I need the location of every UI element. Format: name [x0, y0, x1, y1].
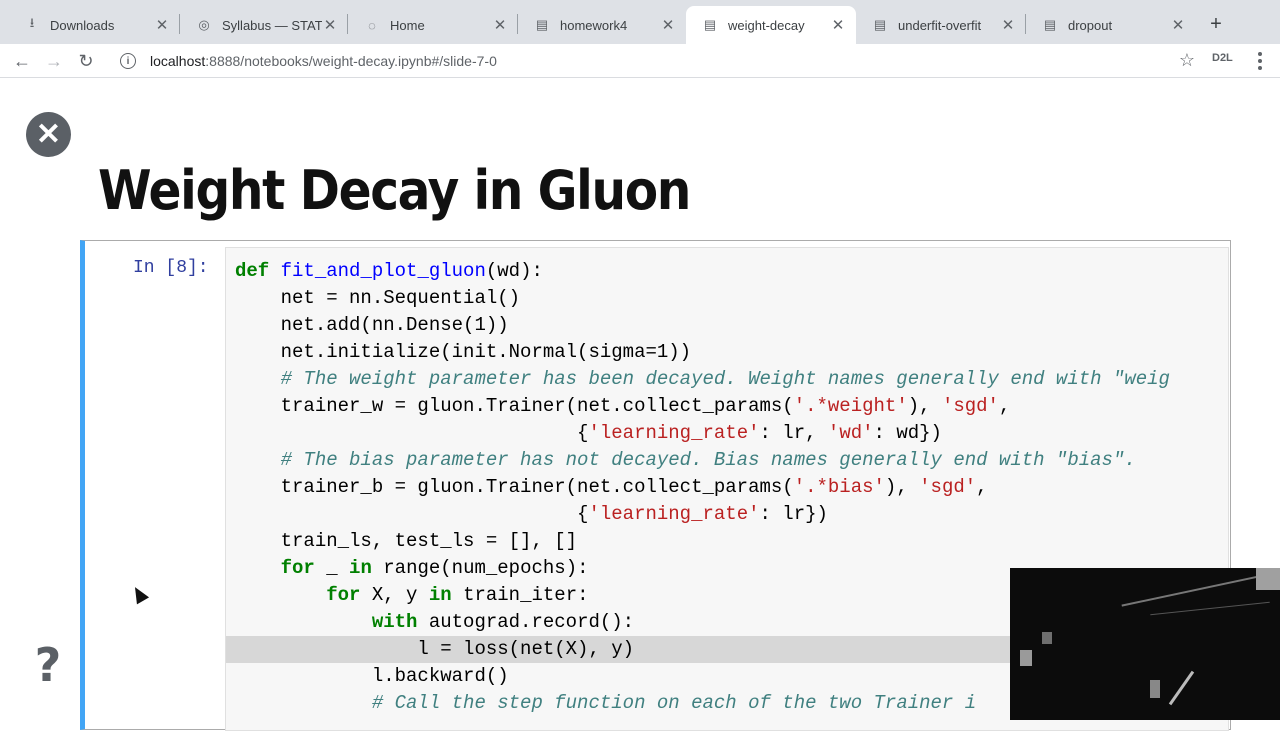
tab-syllabus[interactable]: ◎ Syllabus — STAT 1 ✕: [180, 6, 348, 44]
code-line: # Call the step function on each of the …: [371, 692, 977, 714]
browser-toolbar: ← → ↻ i localhost:8888/notebooks/weight-…: [0, 44, 1280, 78]
close-icon[interactable]: ✕: [1170, 17, 1186, 34]
tab-underfit-overfit[interactable]: ▤ underfit-overfit ✕: [856, 6, 1026, 44]
tab-label: underfit-overfit: [898, 17, 982, 33]
close-icon[interactable]: ✕: [660, 17, 676, 34]
bookmark-star-icon[interactable]: ☆: [1176, 49, 1198, 71]
tab-label: Downloads: [50, 17, 115, 33]
close-icon[interactable]: ✕: [154, 17, 170, 34]
code-line: l.backward(): [235, 665, 509, 687]
code-line: with autograd.record():: [371, 611, 635, 633]
loading-icon: ◌: [368, 17, 376, 33]
video-shape: [1150, 601, 1270, 616]
video-shape: [1168, 670, 1195, 706]
url-host: localhost: [150, 53, 206, 69]
code-line: net.initialize(init.Normal(sigma=1)): [235, 341, 692, 363]
code-line: {'learning_rate': lr, 'wd': wd}): [235, 422, 942, 444]
browser-menu-icon[interactable]: [1252, 50, 1268, 72]
code-line: # The weight parameter has been decayed.…: [280, 368, 1170, 390]
webcam-video-overlay: [1010, 568, 1280, 720]
tab-dropout[interactable]: ▤ dropout ✕: [1026, 6, 1196, 44]
close-icon[interactable]: ✕: [322, 17, 338, 34]
new-tab-button[interactable]: +: [1204, 12, 1228, 36]
code-line: {'learning_rate': lr}): [235, 503, 828, 525]
tab-label: weight-decay: [728, 17, 805, 33]
d2l-extension-button[interactable]: D2L: [1212, 52, 1233, 64]
code-line: for _ in range(num_epochs):: [280, 557, 589, 579]
code-line: for X, y in train_iter:: [326, 584, 589, 606]
close-icon[interactable]: ✕: [830, 17, 846, 34]
notebook-icon: ▤: [1043, 17, 1057, 32]
back-arrow-icon[interactable]: ←: [10, 49, 34, 73]
download-icon: ⭳: [29, 15, 35, 30]
info-icon[interactable]: i: [120, 53, 136, 69]
video-shape: [1121, 571, 1279, 607]
code-line: net = nn.Sequential(): [235, 287, 521, 309]
close-icon[interactable]: ✕: [492, 17, 508, 34]
tab-homework4[interactable]: ▤ homework4 ✕: [518, 6, 686, 44]
video-shape: [1020, 650, 1032, 666]
video-shape: [1042, 632, 1052, 644]
tab-label: Syllabus — STAT 1: [222, 17, 322, 33]
globe-icon: ◎: [198, 17, 210, 32]
address-bar[interactable]: i localhost:8888/notebooks/weight-decay.…: [112, 47, 1202, 75]
code-line: train_ls, test_ls = [], []: [235, 530, 578, 552]
slide-title: Weight Decay in Gluon: [98, 159, 691, 222]
code-line: trainer_w = gluon.Trainer(net.collect_pa…: [235, 395, 1011, 417]
notebook-icon: ▤: [703, 17, 717, 32]
tab-downloads[interactable]: ⭳ Downloads ✕: [8, 6, 180, 44]
tab-label: homework4: [560, 17, 628, 33]
video-shape: [1256, 568, 1280, 590]
code-line-highlighted: l = loss(net(X), y): [226, 636, 1016, 663]
code-line: # The bias parameter has not decayed. Bi…: [280, 449, 1136, 471]
help-icon[interactable]: ?: [30, 638, 66, 692]
forward-arrow-icon[interactable]: →: [42, 49, 66, 73]
url-path: :8888/notebooks/weight-decay.ipynb#/slid…: [205, 53, 497, 69]
video-shape: [1150, 680, 1160, 698]
code-line: def fit_and_plot_gluon(wd):: [235, 260, 543, 282]
tab-weight-decay[interactable]: ▤ weight-decay ✕: [686, 6, 856, 44]
browser-tab-strip: ⭳ Downloads ✕ ◎ Syllabus — STAT 1 ✕ ◌ Ho…: [0, 0, 1280, 44]
reload-icon[interactable]: ↻: [74, 49, 98, 73]
code-line: trainer_b = gluon.Trainer(net.collect_pa…: [235, 476, 988, 498]
tab-label: Home: [390, 17, 425, 33]
notebook-icon: ▤: [873, 17, 887, 32]
tab-label: dropout: [1068, 17, 1113, 33]
close-icon[interactable]: ✕: [26, 112, 71, 157]
cell-prompt: In [8]:: [133, 258, 209, 278]
close-icon[interactable]: ✕: [1000, 17, 1016, 34]
tab-home[interactable]: ◌ Home ✕: [348, 6, 518, 44]
notebook-icon: ▤: [535, 17, 549, 32]
code-line: net.add(nn.Dense(1)): [235, 314, 509, 336]
